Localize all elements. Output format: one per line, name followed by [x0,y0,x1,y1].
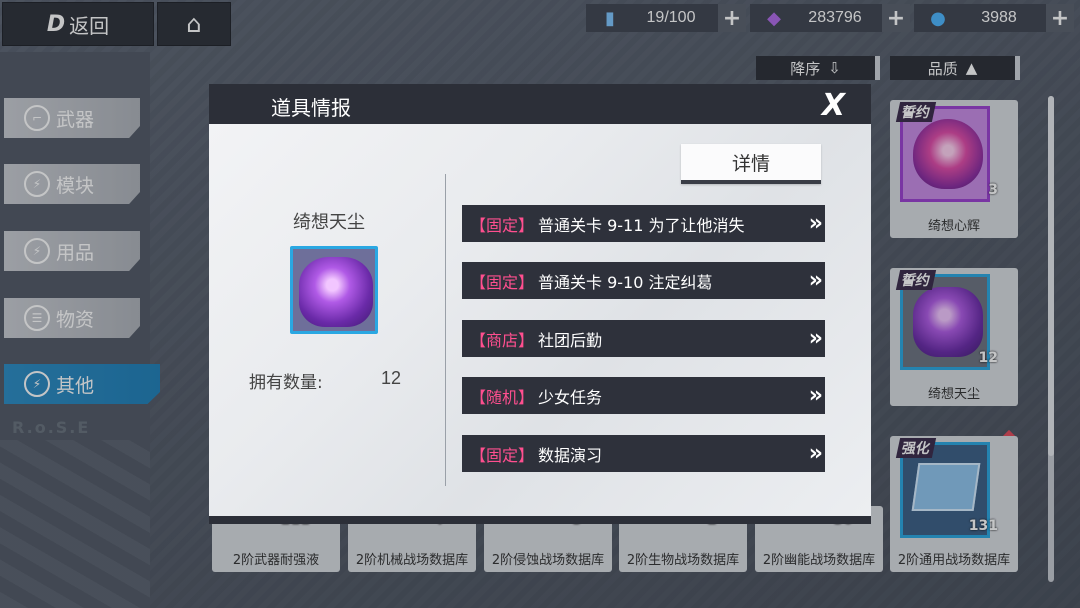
detail-label: 详情 [731,152,770,175]
source-tag: 【固定】 [470,445,535,465]
divider [445,174,446,486]
double-chevron-icon: » [808,326,823,351]
purple-crystal-icon [299,257,373,327]
detail-button[interactable]: 详情 [681,144,821,184]
item-info-dialog: 道具情报 X 绮想天尘 拥有数量: 12 详情 【固定】 普通关卡 9-11 为… [209,84,871,524]
source-text: 社团后勤 [538,330,603,350]
dialog-title: 道具情报 [271,96,351,120]
source-row[interactable]: 【固定】 数据演习 » [462,435,825,472]
source-tag: 【固定】 [470,272,535,292]
source-tag: 【随机】 [470,387,535,407]
item-name: 绮想天尘 [293,212,365,233]
double-chevron-icon: » [808,441,823,466]
source-row[interactable]: 【固定】 普通关卡 9-11 为了让他消失 » [462,205,825,242]
source-text: 数据演习 [538,445,603,465]
source-text: 普通关卡 9-10 注定纠葛 [538,272,713,292]
source-row[interactable]: 【随机】 少女任务 » [462,377,825,414]
owned-count: 12 [381,368,402,388]
double-chevron-icon: » [808,268,823,293]
source-tag: 【固定】 [470,215,535,235]
double-chevron-icon: » [808,383,823,408]
source-row[interactable]: 【固定】 普通关卡 9-10 注定纠葛 » [462,262,825,299]
source-row[interactable]: 【商店】 社团后勤 » [462,320,825,357]
source-tag: 【商店】 [470,330,535,350]
source-text: 少女任务 [538,387,603,407]
source-text: 普通关卡 9-11 为了让他消失 [538,215,745,235]
item-icon [290,246,378,334]
owned-label: 拥有数量: [249,373,323,393]
close-icon[interactable]: X [822,88,845,123]
double-chevron-icon: » [808,211,823,236]
dialog-header: 道具情报 X [209,84,871,124]
